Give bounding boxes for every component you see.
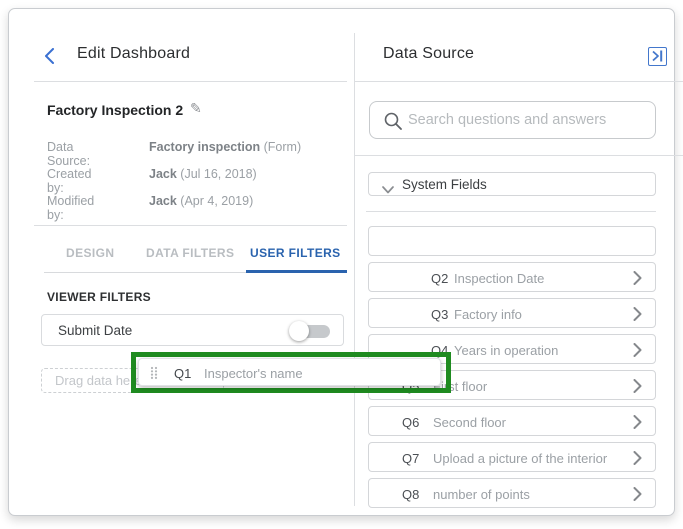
question-item[interactable]: Q7 Upload a picture of the interior (368, 442, 656, 472)
empty-question-slot[interactable] (368, 226, 656, 256)
question-number: Q8 (402, 487, 419, 502)
left-header-divider (34, 81, 347, 82)
question-label: Years in operation (454, 343, 558, 358)
filter-item-label: Submit Date (58, 323, 132, 338)
dashboard-window: Edit Dashboard Factory Inspection 2 ✎ Da… (8, 8, 675, 516)
right-header-divider (355, 81, 683, 82)
chevron-right-icon (633, 415, 642, 434)
tabs-top-divider (34, 225, 347, 226)
question-label: Factory info (454, 307, 522, 322)
chevron-right-icon (633, 451, 642, 470)
tab-data-filters[interactable]: DATA FILTERS (146, 246, 234, 260)
chevron-right-icon (633, 271, 642, 290)
question-item[interactable]: Q8 number of points (368, 478, 656, 508)
meta-value: Jack (Jul 16, 2018) (149, 167, 257, 181)
chevron-down-icon (382, 181, 394, 199)
dragged-question-label: Inspector's name (204, 366, 303, 381)
chevron-right-icon (633, 343, 642, 362)
drop-zone-label: Drag data here (55, 373, 142, 388)
panel-divider (354, 33, 355, 506)
search-divider (355, 155, 683, 156)
meta-label: Data Source: (47, 140, 90, 168)
edit-dashboard-screen: Edit Dashboard Factory Inspection 2 ✎ Da… (0, 0, 683, 529)
question-label: Inspection Date (454, 271, 544, 286)
viewer-filters-heading: VIEWER FILTERS (47, 290, 151, 304)
dragging-question-card[interactable]: Q1 Inspector's name (138, 358, 441, 386)
data-source-title: Data Source (383, 45, 474, 63)
system-fields-label: System Fields (402, 177, 487, 192)
drag-handle-icon (150, 366, 158, 385)
collapse-panel-icon[interactable] (648, 47, 667, 66)
question-number: Q3 (431, 307, 448, 322)
search-icon (383, 111, 403, 131)
submit-date-toggle[interactable] (289, 321, 331, 341)
system-fields-section[interactable]: System Fields (368, 172, 656, 196)
tab-design[interactable]: DESIGN (66, 246, 114, 260)
meta-value: Factory inspection (Form) (149, 140, 301, 154)
meta-label: Modified by: (47, 194, 94, 222)
edit-pencil-icon[interactable]: ✎ (190, 100, 202, 117)
active-tab-indicator (246, 270, 347, 273)
question-number: Q6 (402, 415, 419, 430)
toggle-knob (289, 321, 309, 341)
question-label: Second floor (433, 415, 506, 430)
meta-label: Created by: (47, 167, 91, 195)
system-fields-divider (366, 211, 656, 212)
filter-item-submit-date: Submit Date (41, 314, 344, 346)
search-input[interactable] (408, 103, 650, 137)
page-title: Edit Dashboard (77, 45, 190, 63)
question-item[interactable]: Q6 Second floor (368, 406, 656, 436)
dashboard-name: Factory Inspection 2 (47, 102, 183, 118)
question-item[interactable]: Q3 Factory info (368, 298, 656, 328)
question-label: Upload a picture of the interior (433, 451, 607, 466)
dragged-question-number: Q1 (174, 366, 191, 381)
question-number: Q7 (402, 451, 419, 466)
tab-user-filters[interactable]: USER FILTERS (250, 246, 341, 260)
chevron-right-icon (633, 487, 642, 506)
search-box (369, 101, 656, 139)
back-icon[interactable] (43, 48, 55, 64)
meta-value: Jack (Apr 4, 2019) (149, 194, 253, 208)
chevron-right-icon (633, 379, 642, 398)
question-label: number of points (433, 487, 530, 502)
chevron-right-icon (633, 307, 642, 326)
question-number: Q2 (431, 271, 448, 286)
question-item[interactable]: Q2 Inspection Date (368, 262, 656, 292)
